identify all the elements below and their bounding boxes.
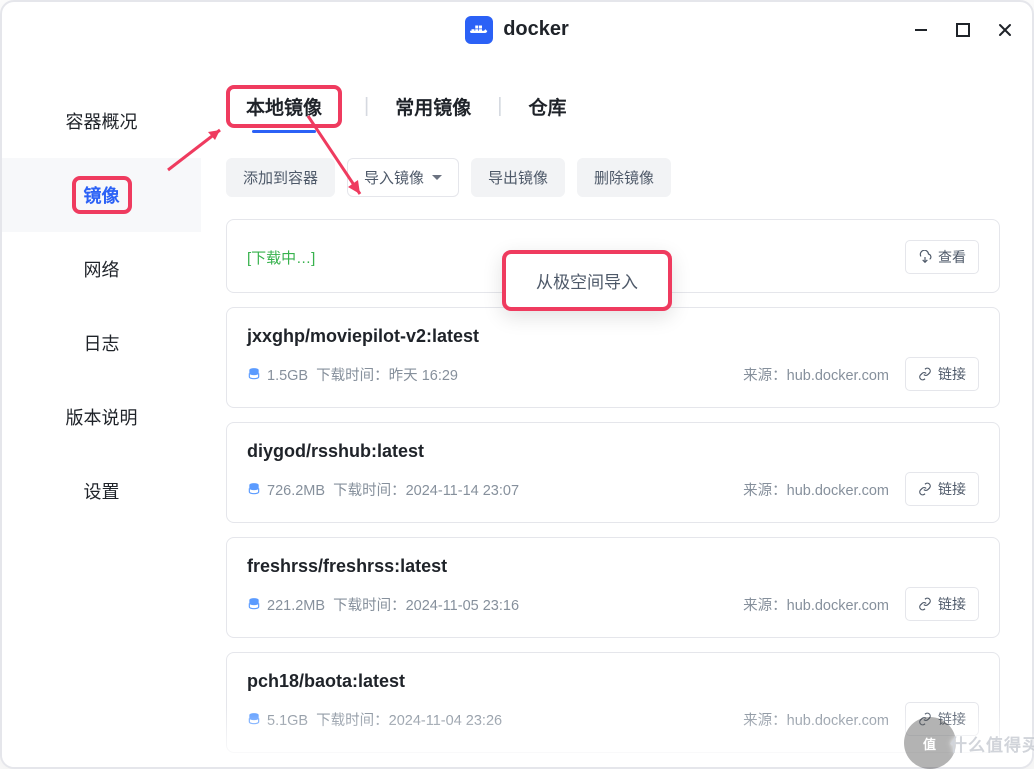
download-status-text: [下载中…] [247,247,315,268]
sidebar-label: 网络 [84,256,120,282]
sidebar-item-settings[interactable]: 设置 [2,454,201,528]
sidebar-label: 设置 [84,478,120,504]
sidebar-label: 镜像 [72,176,132,214]
image-name: jxxghp/moviepilot-v2:latest [247,326,979,347]
window-controls [912,2,1014,58]
tab-local-images[interactable]: 本地镜像 [244,94,324,123]
sidebar: 容器概况 镜像 网络 日志 版本说明 设置 [2,58,202,767]
tab-separator: | [497,95,502,118]
action-bar: 添加到容器 导入镜像 导出镜像 删除镜像 [226,158,1000,197]
cloud-download-icon [918,250,932,264]
image-name: diygod/rsshub:latest [247,441,979,462]
link-icon [918,712,932,726]
minimize-button[interactable] [912,21,930,39]
tab-repository[interactable]: 仓库 [526,89,568,124]
sidebar-item-logs[interactable]: 日志 [2,306,201,380]
link-button[interactable]: 链接 [905,587,979,621]
export-image-button[interactable]: 导出镜像 [471,158,565,197]
image-card: freshrss/freshrss:latest 221.2MB 下载时间：20… [226,537,1000,638]
close-button[interactable] [996,21,1014,39]
sidebar-label: 容器概况 [66,108,138,134]
title-wrap: docker [465,16,569,44]
link-button[interactable]: 链接 [905,472,979,506]
body: 容器概况 镜像 网络 日志 版本说明 设置 本地镜像 | 常用镜像 | 仓库 添… [2,58,1032,767]
database-icon [247,712,261,726]
sidebar-label: 日志 [84,330,120,356]
docker-icon [465,16,493,44]
tab-common-images[interactable]: 常用镜像 [393,89,473,124]
window-title: docker [503,18,569,41]
view-button[interactable]: 查看 [905,240,979,274]
link-icon [918,367,932,381]
sidebar-label: 版本说明 [66,404,138,430]
image-card: jxxghp/moviepilot-v2:latest 1.5GB 下载时间：昨… [226,307,1000,408]
view-label: 查看 [938,247,966,267]
app-window: docker 容器概况 镜像 网络 日志 版本说明 设置 本地镜像 | 常用镜像… [0,0,1034,769]
database-icon [247,482,261,496]
link-icon [918,597,932,611]
maximize-button[interactable] [954,21,972,39]
delete-image-button[interactable]: 删除镜像 [577,158,671,197]
link-icon [918,482,932,496]
tab-separator: | [364,95,369,118]
import-dropdown-option[interactable]: 从极空间导入 [502,250,672,311]
sidebar-item-release[interactable]: 版本说明 [2,380,201,454]
titlebar: docker [2,2,1032,58]
main: 本地镜像 | 常用镜像 | 仓库 添加到容器 导入镜像 导出镜像 删除镜像 [下… [202,58,1032,767]
image-meta: 1.5GB 下载时间：昨天 16:29 [247,364,458,385]
sidebar-item-images[interactable]: 镜像 [2,158,201,232]
database-icon [247,597,261,611]
import-image-button[interactable]: 导入镜像 [347,158,459,197]
image-card: pch18/baota:latest 5.1GB 下载时间：2024-11-04… [226,652,1000,753]
image-name: freshrss/freshrss:latest [247,556,979,577]
link-button[interactable]: 链接 [905,702,979,736]
sidebar-item-network[interactable]: 网络 [2,232,201,306]
link-button[interactable]: 链接 [905,357,979,391]
image-card: diygod/rsshub:latest 726.2MB 下载时间：2024-1… [226,422,1000,523]
sidebar-item-overview[interactable]: 容器概况 [2,84,201,158]
database-icon [247,367,261,381]
add-to-container-button[interactable]: 添加到容器 [226,158,335,197]
image-name: pch18/baota:latest [247,671,979,692]
import-label: 导入镜像 [364,167,424,188]
tab-bar: 本地镜像 | 常用镜像 | 仓库 [226,84,1000,128]
